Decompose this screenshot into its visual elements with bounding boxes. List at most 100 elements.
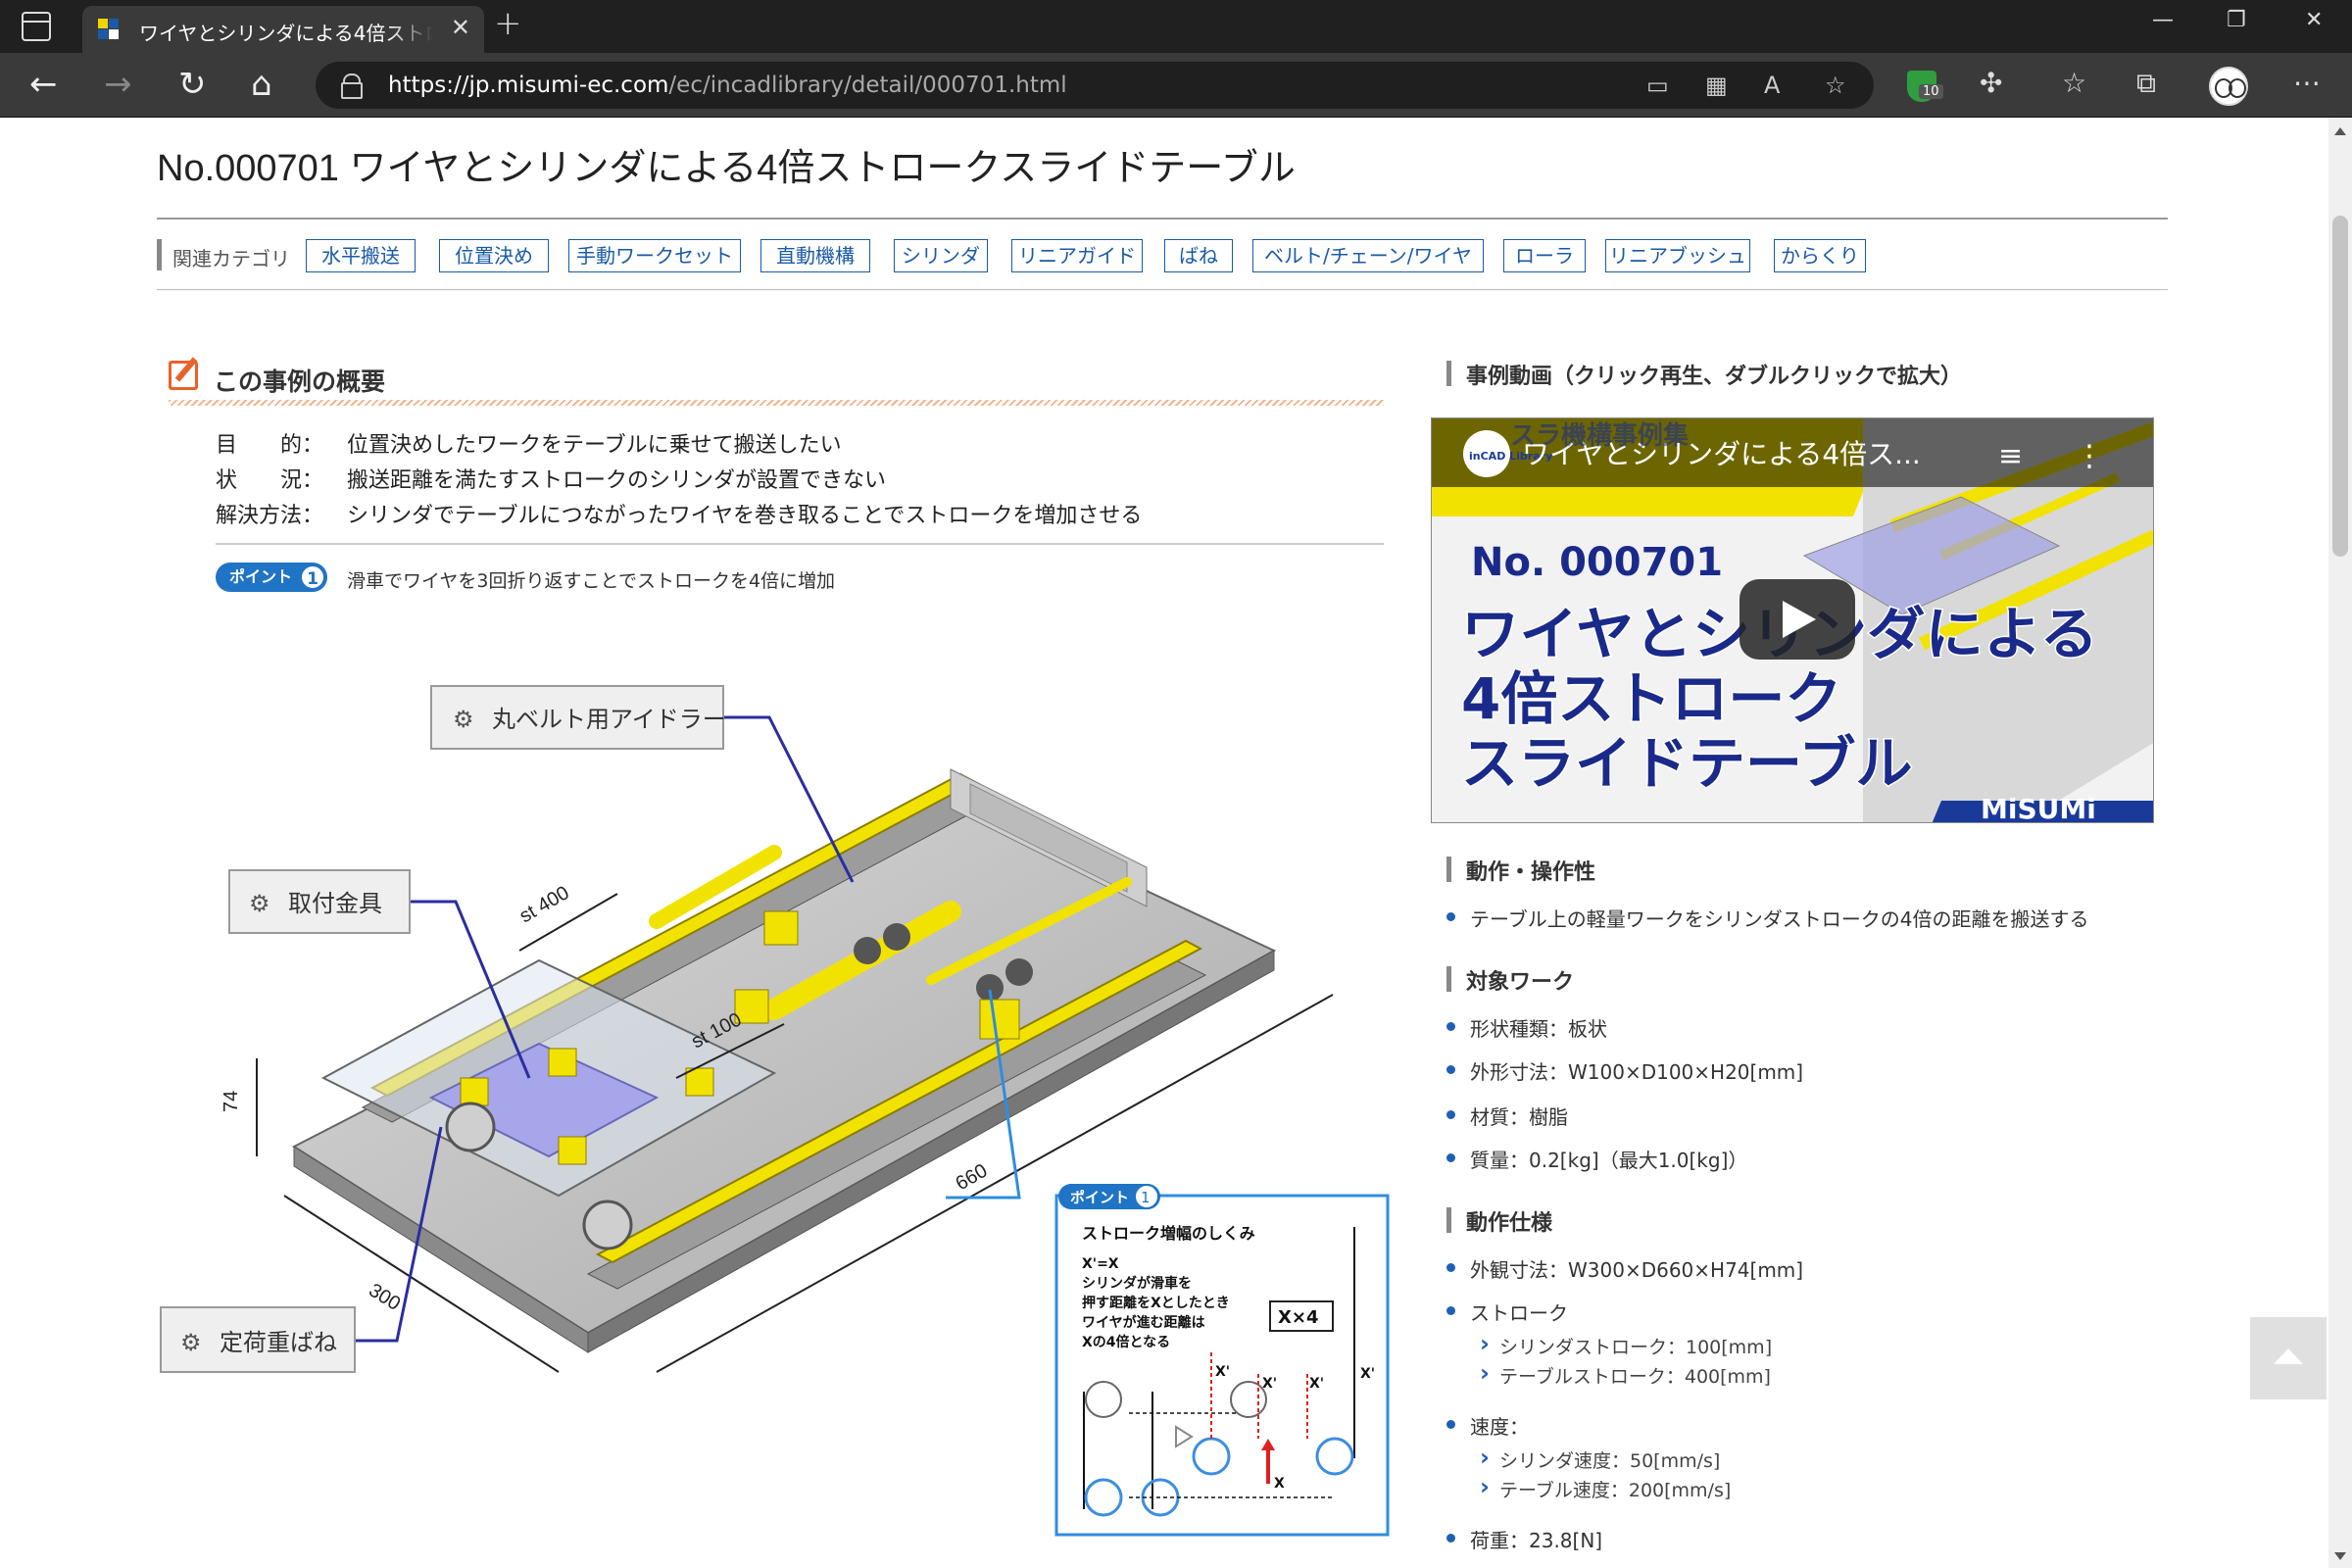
mechanism-diagram: st 400 st 100 74 660 300 ⚙ 丸ベルト用アイドラー ⚙ … — [160, 685, 1390, 1537]
memo-icon — [169, 361, 198, 390]
inset-multiplier: X×4 — [1278, 1307, 1318, 1328]
dim-text: st 400 — [516, 882, 573, 927]
category-link[interactable]: 手動ワークセット — [568, 239, 741, 272]
tab-bar: ワイヤとシリンダによる4倍ストロークスライドテーブル ✕ + — ❐ ✕ — [0, 0, 2352, 53]
home-icon[interactable]: ⌂ — [251, 63, 272, 106]
gear-icon: ⚙ — [453, 706, 474, 733]
inset-badge-label: ポイント — [1070, 1189, 1129, 1206]
dim-text: 300 — [365, 1280, 404, 1315]
category-label: 関連カテゴリ — [172, 247, 290, 270]
inset-xprime: X' — [1360, 1366, 1375, 1382]
callout-text: 丸ベルト用アイドラー — [492, 706, 726, 733]
lock-icon[interactable] — [341, 74, 363, 99]
summary-row-solution: 解決方法： シリンダでテーブルにつながったワイヤを巻き取ることでストロークを増加さ… — [216, 498, 1142, 529]
sidebar-toggle-icon[interactable] — [22, 12, 51, 41]
inset-line: Xの4倍となる — [1082, 1334, 1170, 1350]
speed-sub-item: シリンダ速度：50[mm/s] — [1478, 1444, 1720, 1473]
window-close-icon[interactable]: ✕ — [2305, 8, 2323, 32]
category-link[interactable]: ローラ — [1503, 239, 1586, 272]
video-number: No. 000701 — [1471, 540, 1723, 585]
summary-divider — [216, 543, 1384, 545]
read-aloud-icon[interactable]: A — [1764, 72, 1780, 99]
category-link[interactable]: 位置決め — [439, 239, 549, 272]
inset-line: シリンダが滑車を — [1082, 1275, 1192, 1292]
video-player[interactable]: inCAD Library ワイヤとシリンダによる4倍ス... スラ機構事例集 … — [1431, 417, 2154, 823]
summary-row-purpose: 目 的： 位置決めしたワークをテーブルに乗せて搬送したい — [216, 427, 842, 459]
work-item: 材質：樹脂 — [1446, 1102, 1568, 1130]
point-text: 滑車でワイヤを3回折り返すことでストロークを4倍に増加 — [347, 570, 836, 592]
category-link[interactable]: からくり — [1774, 239, 1866, 272]
work-heading: 対象ワーク — [1446, 964, 1574, 996]
stroke-sub-item: テーブルストローク：400[mm] — [1478, 1359, 1771, 1389]
back-icon[interactable]: ← — [29, 63, 58, 106]
video-banner: スラ機構事例集 — [1510, 420, 1690, 451]
summary-value: 位置決めしたワークをテーブルに乗せて搬送したい — [347, 433, 842, 458]
page-scrollbar[interactable] — [2328, 118, 2352, 1568]
inset-badge-number: 1 — [1141, 1189, 1151, 1206]
collections-icon[interactable]: ⧉ — [2136, 67, 2156, 100]
work-item: 質量：0.2[kg]（最大1.0[kg]） — [1446, 1145, 1747, 1173]
category-link[interactable]: シリンダ — [894, 239, 988, 272]
category-link[interactable]: ベルト/チェーン/ワイヤ — [1252, 239, 1484, 272]
pulley — [1005, 958, 1033, 986]
minimize-icon[interactable]: — — [2152, 8, 2174, 32]
category-link[interactable]: ばね — [1164, 239, 1233, 272]
callout-text: 定荷重ばね — [220, 1329, 337, 1356]
restore-icon[interactable]: ❐ — [2227, 8, 2246, 32]
active-tab[interactable]: ワイヤとシリンダによる4倍ストロークスライドテーブル ✕ — [82, 6, 484, 53]
scroll-down-icon[interactable] — [2334, 1552, 2346, 1560]
callout-text: 取付金具 — [288, 890, 382, 917]
new-tab-icon[interactable]: + — [494, 4, 522, 43]
category-link[interactable]: リニアガイド — [1011, 239, 1143, 272]
video-thumbnail[interactable]: inCAD Library ワイヤとシリンダによる4倍ス... スラ機構事例集 … — [1432, 418, 2154, 823]
video-line3: スライドテーブル — [1461, 730, 1913, 797]
scroll-thumb[interactable] — [2332, 216, 2348, 557]
work-item: 形状種類：板状 — [1446, 1013, 1607, 1042]
app-available-icon[interactable]: ▭ — [1646, 72, 1669, 99]
navigation-bar: ← → ↻ ⌂ https://jp.misumi-ec.com/ec/inca… — [0, 53, 2352, 118]
more-menu-icon[interactable]: ⋯ — [2293, 67, 2321, 99]
page-title: No.000701 ワイヤとシリンダによる4倍ストロークスライドテーブル — [157, 148, 1296, 189]
inset-xprime: X' — [1215, 1364, 1230, 1380]
gear-icon: ⚙ — [180, 1329, 202, 1356]
favorite-add-icon[interactable]: ☆ — [1825, 72, 1846, 99]
extensions-icon[interactable]: ✣ — [1980, 67, 2002, 99]
video-line2: 4倍ストローク — [1461, 665, 1841, 732]
point-badge: ポイント 1 — [216, 563, 327, 592]
url-text[interactable]: https://jp.misumi-ec.com/ec/incadlibrary… — [388, 73, 1067, 98]
more-vert-icon: ⋮ — [2075, 439, 2104, 473]
stroke-mechanism-inset: ポイント 1 ストローク増幅のしくみ X'=X シリンダが滑車を 押す距離をXと… — [1054, 1184, 1390, 1537]
mount-bracket — [763, 910, 799, 946]
inset-line: 押す距離をXとしたとき — [1082, 1295, 1230, 1311]
category-link[interactable]: 水平搬送 — [306, 239, 416, 272]
category-link[interactable]: リニアブッシュ — [1605, 239, 1750, 272]
close-tab-icon[interactable]: ✕ — [451, 14, 470, 41]
dim-text: 74 — [220, 1091, 242, 1112]
tab-title: ワイヤとシリンダによる4倍ストロークスライドテーブル — [139, 22, 433, 45]
constant-force-spring — [582, 1200, 633, 1250]
misumi-favicon-icon — [98, 19, 122, 42]
profile-avatar[interactable] — [2209, 67, 2248, 106]
category-link[interactable]: 直動機構 — [760, 239, 870, 272]
callout-spring: ⚙ 定荷重ばね — [160, 1306, 356, 1373]
forward-icon[interactable]: → — [104, 63, 132, 106]
callout-bracket: ⚙ 取付金具 — [228, 869, 411, 934]
favorites-icon[interactable]: ☆ — [2062, 67, 2086, 99]
stroke-sub-item: シリンダストローク：100[mm] — [1478, 1330, 1772, 1359]
constant-force-spring — [445, 1102, 496, 1152]
inset-line: ワイヤが進む距離は — [1082, 1314, 1205, 1331]
security-extension-icon[interactable]: 10 — [1907, 71, 1943, 102]
scroll-up-icon[interactable] — [2334, 127, 2346, 135]
queue-icon: ≡ — [1998, 439, 2023, 473]
inset-xprime: X' — [1309, 1376, 1324, 1392]
qr-icon[interactable]: ▦ — [1705, 72, 1728, 99]
speed-sub-item: テーブル速度：200[mm/s] — [1478, 1473, 1731, 1502]
mount-bracket — [685, 1067, 714, 1097]
pulley — [883, 923, 910, 951]
address-bar[interactable]: https://jp.misumi-ec.com/ec/incadlibrary… — [316, 62, 1874, 109]
back-to-top-button[interactable] — [2250, 1317, 2327, 1399]
refresh-icon[interactable]: ↻ — [178, 63, 207, 106]
pulley — [854, 937, 881, 964]
mount-bracket — [558, 1136, 587, 1165]
summary-heading: この事例の概要 — [169, 357, 1384, 406]
